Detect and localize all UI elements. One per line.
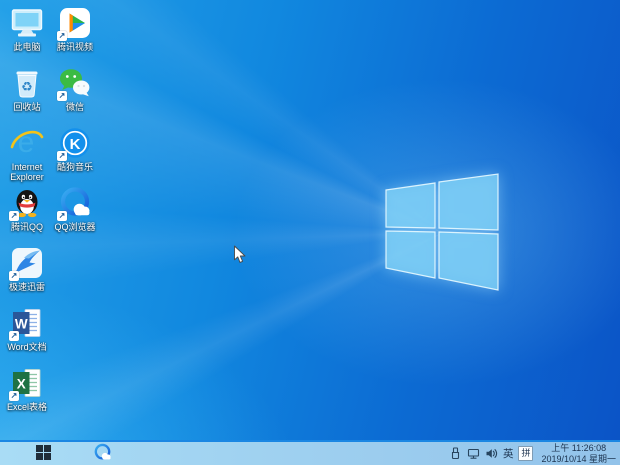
- desktop-icon-grid: 此电脑♻︎回收站eInternet Explorer↗腾讯QQ↗极速迅雷W↗Wo…: [3, 6, 99, 426]
- icon-label: Excel表格: [7, 402, 47, 412]
- desktop-icon-tencent-video[interactable]: ↗腾讯视频: [51, 6, 99, 66]
- shortcut-arrow-icon: ↗: [9, 211, 19, 221]
- desktop-icon-word[interactable]: W↗Word文档: [3, 306, 51, 366]
- mouse-cursor-icon: [233, 245, 246, 264]
- ime-mode-indicator[interactable]: 拼: [518, 446, 533, 461]
- tencent-video-play-icon: ↗: [58, 6, 92, 40]
- internet-explorer-icon: e: [10, 126, 44, 160]
- shortcut-arrow-icon: ↗: [57, 211, 67, 221]
- taskbar-clock[interactable]: 上午 11:26:08 2019/10/14 星期一: [541, 443, 616, 464]
- icon-label: 极速迅雷: [9, 282, 45, 292]
- qq-penguin-icon: ↗: [10, 186, 44, 220]
- wechat-icon: ↗: [58, 66, 92, 100]
- svg-text:K: K: [70, 136, 81, 153]
- icon-label: 腾讯视频: [57, 42, 93, 52]
- volume-icon[interactable]: [485, 447, 498, 460]
- desktop-icon-wechat[interactable]: ↗微信: [51, 66, 99, 126]
- windows-start-icon: [36, 445, 51, 463]
- windows-logo: [380, 168, 505, 294]
- thunder-bird-icon: ↗: [10, 246, 44, 280]
- desktop-icon-excel[interactable]: X↗Excel表格: [3, 366, 51, 426]
- network-icon[interactable]: [467, 447, 480, 460]
- svg-text:W: W: [15, 317, 28, 332]
- svg-text:X: X: [17, 377, 26, 392]
- shortcut-arrow-icon: ↗: [9, 271, 19, 281]
- desktop-icon-internet-explorer[interactable]: eInternet Explorer: [3, 126, 51, 186]
- start-button[interactable]: [30, 442, 56, 465]
- kugou-music-icon: K↗: [58, 126, 92, 160]
- shortcut-arrow-icon: ↗: [9, 391, 19, 401]
- computer-monitor-icon: [10, 6, 44, 40]
- desktop-icon-recycle-bin[interactable]: ♻︎ 回收站: [3, 66, 51, 126]
- svg-text:♻︎: ♻︎: [21, 80, 33, 95]
- desktop-icon-this-pc[interactable]: 此电脑: [3, 6, 51, 66]
- recycle-bin-icon: ♻︎: [10, 66, 44, 100]
- shortcut-arrow-icon: ↗: [9, 331, 19, 341]
- icon-label: 此电脑: [13, 42, 40, 52]
- desktop-icon-tencent-qq[interactable]: ↗腾讯QQ: [3, 186, 51, 246]
- system-tray: 英 拼 上午 11:26:08 2019/10/14 星期一: [449, 442, 618, 465]
- clock-date: 2019/10/14 星期一: [541, 454, 616, 465]
- qq-browser-icon: ↗: [58, 186, 92, 220]
- icon-label: 腾讯QQ: [11, 222, 43, 232]
- taskbar: 英 拼 上午 11:26:08 2019/10/14 星期一: [0, 440, 620, 465]
- word-document-icon: W↗: [10, 306, 44, 340]
- icon-label: Word文档: [7, 342, 46, 352]
- desktop-wallpaper[interactable]: 此电脑♻︎回收站eInternet Explorer↗腾讯QQ↗极速迅雷W↗Wo…: [0, 0, 620, 465]
- taskbar-pinned-qq-browser[interactable]: [88, 442, 116, 465]
- desktop-icon-kugou-music[interactable]: K↗酷狗音乐: [51, 126, 99, 186]
- desktop-icon-xunlei[interactable]: ↗极速迅雷: [3, 246, 51, 306]
- excel-spreadsheet-icon: X↗: [10, 366, 44, 400]
- shortcut-arrow-icon: ↗: [57, 91, 67, 101]
- qq-browser-icon: [93, 443, 112, 465]
- icon-label: 回收站: [13, 102, 40, 112]
- icon-label: 酷狗音乐: [57, 162, 93, 172]
- shortcut-arrow-icon: ↗: [57, 151, 67, 161]
- clock-time: 上午 11:26:08: [541, 443, 616, 454]
- icon-label: QQ浏览器: [54, 222, 95, 232]
- desktop-icon-qq-browser[interactable]: ↗QQ浏览器: [51, 186, 99, 246]
- ime-language-indicator[interactable]: 英: [503, 446, 514, 461]
- icon-label: 微信: [66, 102, 84, 112]
- usb-eject-icon[interactable]: [449, 447, 462, 460]
- icon-label: Internet Explorer: [3, 162, 51, 182]
- shortcut-arrow-icon: ↗: [57, 31, 67, 41]
